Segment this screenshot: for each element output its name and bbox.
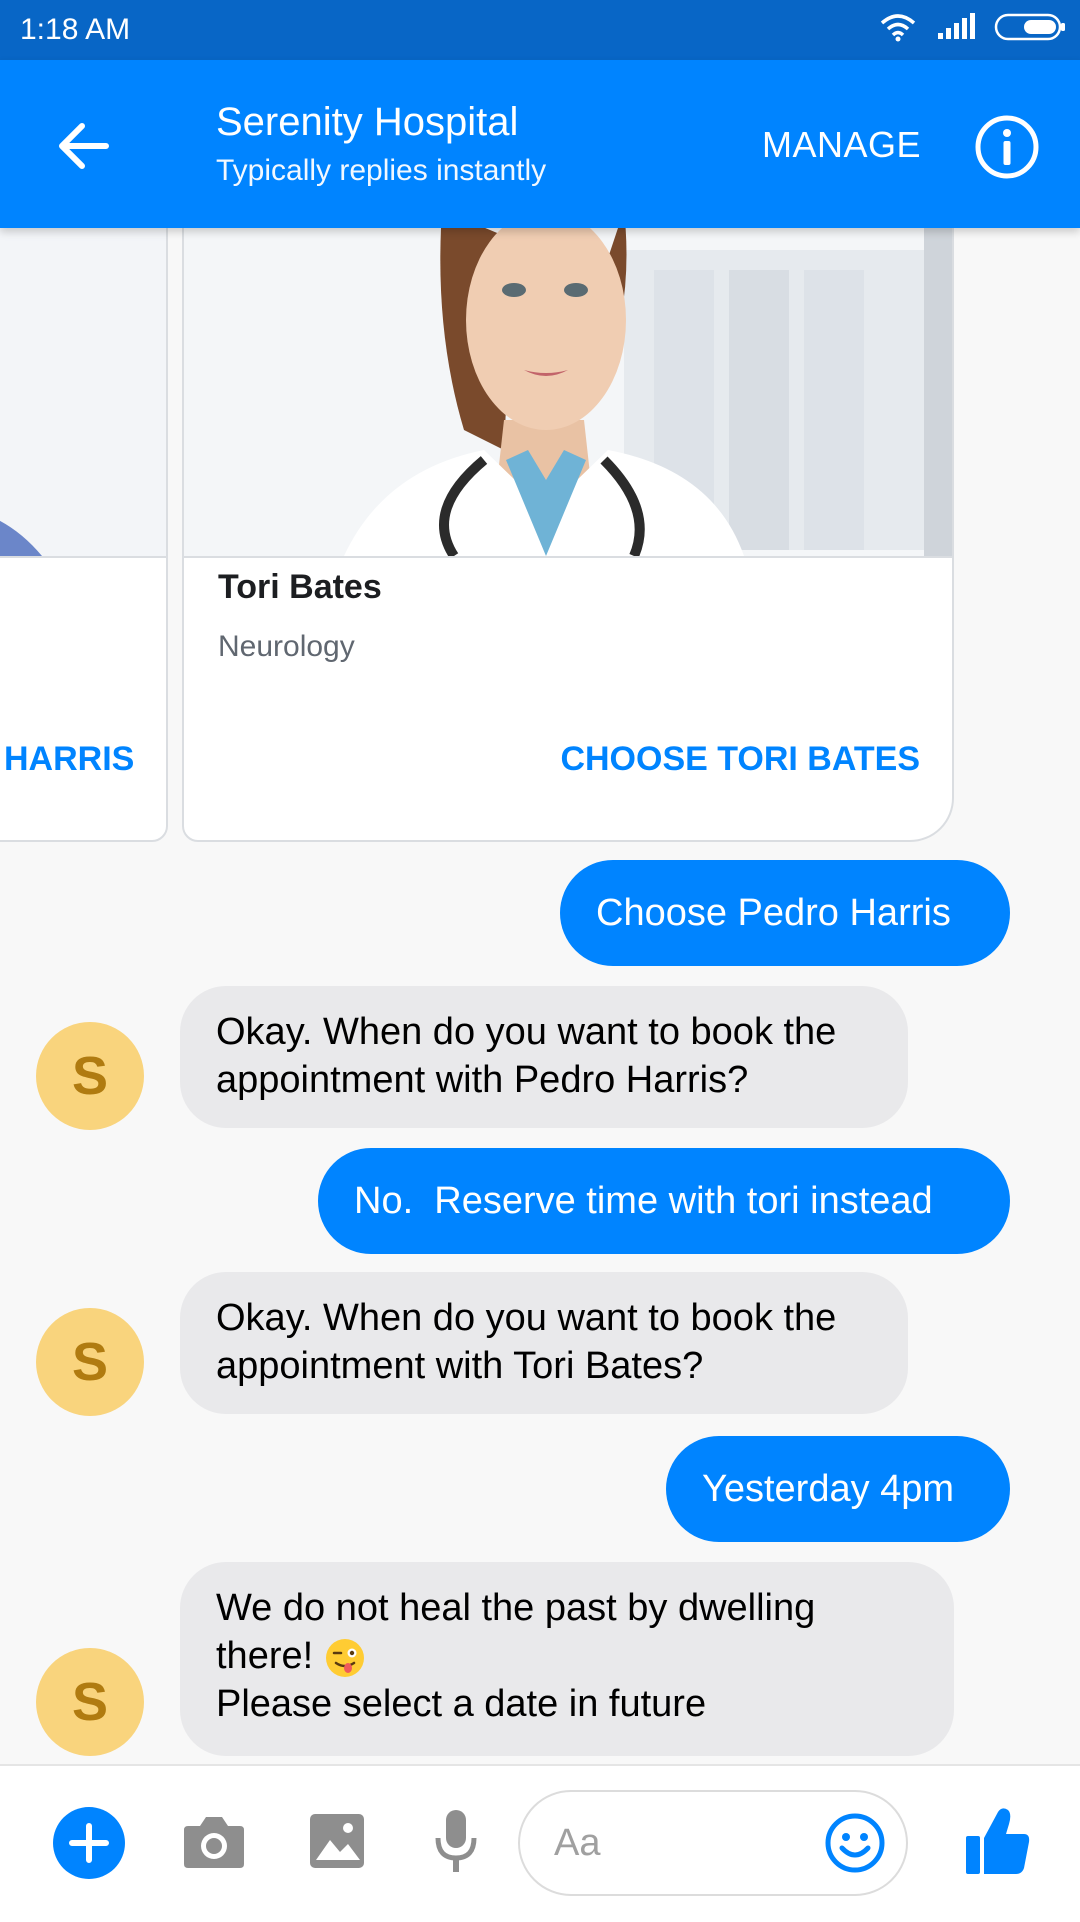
info-button[interactable] (974, 114, 1040, 180)
status-time: 1:18 AM (20, 13, 131, 46)
battery-icon (994, 13, 1065, 41)
doctor-department: Neurology (218, 630, 355, 663)
winking-face-with-tongue-icon (325, 1638, 364, 1677)
doctor-photo (184, 228, 952, 558)
thumbs-up-icon[interactable] (962, 1804, 1032, 1878)
message-input[interactable]: Aa (518, 1790, 908, 1896)
message-line: Okay. When do you want to book the (216, 1297, 837, 1339)
status-icons (878, 12, 1066, 42)
doctor-photo (0, 228, 166, 558)
outgoing-message: No. Reserve time with tori instead (318, 1148, 1010, 1254)
camera-icon[interactable] (182, 1812, 246, 1870)
smiley-icon[interactable] (824, 1812, 886, 1874)
incoming-message: We do not heal the past by dwelling ther… (180, 1562, 954, 1756)
page-title: Serenity Hospital (216, 100, 519, 144)
message-input-placeholder: Aa (554, 1822, 601, 1864)
image-icon[interactable] (308, 1812, 366, 1870)
message-text: Yesterday 4pm (702, 1468, 955, 1510)
conversation-header: Serenity Hospital Typically replies inst… (0, 60, 1080, 228)
message-line: Please select a date in future (216, 1683, 707, 1725)
doctor-name: Tori Bates (218, 568, 382, 606)
chat-thread[interactable]: HARRIS Tori Bates Neurology CHOOSE TORI … (0, 228, 1080, 1764)
avatar: S (36, 1308, 144, 1416)
message-line: appointment with Tori Bates? (216, 1345, 704, 1387)
manage-button[interactable]: MANAGE (762, 124, 921, 166)
message-line: We do not heal the past by dwelling (216, 1587, 816, 1629)
incoming-message: Okay. When do you want to book the appoi… (180, 1272, 908, 1414)
doctor-card-previous: HARRIS (0, 228, 168, 842)
page-subtitle: Typically replies instantly (216, 154, 547, 187)
avatar: S (36, 1648, 144, 1756)
doctor-card: Tori Bates Neurology CHOOSE TORI BATES (182, 228, 954, 842)
wifi-icon (880, 14, 916, 42)
signal-icon (938, 13, 975, 39)
message-text: No. Reserve time with tori instead (354, 1180, 933, 1222)
message-text: Choose Pedro Harris (596, 892, 951, 934)
message-line: appointment with Pedro Harris? (216, 1059, 749, 1101)
status-bar: 1:18 AM (0, 0, 1080, 60)
message-line: Okay. When do you want to book the (216, 1011, 837, 1053)
plus-icon[interactable] (52, 1806, 126, 1880)
message-line: there! (216, 1635, 314, 1677)
back-button[interactable] (52, 114, 116, 178)
outgoing-message: Yesterday 4pm (666, 1436, 1010, 1542)
message-composer: Aa (0, 1764, 1080, 1922)
microphone-icon[interactable] (432, 1808, 480, 1876)
arrow-left-icon (59, 123, 109, 169)
avatar: S (36, 1022, 144, 1130)
outgoing-message: Choose Pedro Harris (560, 860, 1010, 966)
choose-doctor-button[interactable]: HARRIS (4, 740, 134, 779)
choose-doctor-button[interactable]: CHOOSE TORI BATES (560, 740, 920, 779)
info-icon (975, 115, 1039, 179)
incoming-message: Okay. When do you want to book the appoi… (180, 986, 908, 1128)
